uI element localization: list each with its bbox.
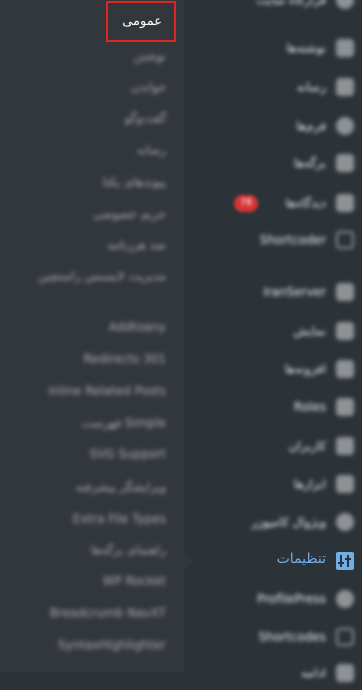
menu-item-label: رسانه xyxy=(296,80,326,94)
menu-item-forms[interactable]: فرم‌ها xyxy=(184,109,362,143)
profile-icon xyxy=(336,590,354,608)
menu-item-label: فرم‌ها xyxy=(296,119,326,133)
brackets-icon xyxy=(336,628,354,646)
submenu-item-reading[interactable]: خواندن xyxy=(16,79,166,95)
submenu-item-general[interactable]: عمومی xyxy=(106,1,176,42)
menu-item-label: کاربران xyxy=(288,439,326,453)
menu-item-label: ویژوال کامپوزر xyxy=(251,515,326,529)
comments-count-badge: 78 xyxy=(234,195,258,212)
menu-item-users[interactable]: کاربران xyxy=(184,429,362,463)
pin-icon xyxy=(336,39,354,57)
menu-item-shortcodes[interactable]: Shortcodes xyxy=(184,620,362,654)
comments-icon xyxy=(336,194,354,212)
submenu-item-advanced-editor[interactable]: ویرایشگر پیشرفته xyxy=(16,479,166,495)
menu-item-pages[interactable]: برگه‌ها xyxy=(184,146,362,180)
users-icon xyxy=(336,437,354,455)
submenu-item-pages-guide[interactable]: راهنمای برگه‌ها xyxy=(16,542,166,558)
menu-item-label: ProfilePress xyxy=(257,592,326,606)
menu-item-label: افزونه‌ها xyxy=(284,362,326,376)
submenu-item-license[interactable]: مدیریت لایسنس راستچین xyxy=(16,268,166,284)
submenu-item-permalinks[interactable]: پیوندهای یکتا xyxy=(16,174,166,190)
submenu-item-discussion[interactable]: گفت‌وگو xyxy=(16,110,166,126)
menu-item-profilepress[interactable]: ProfilePress xyxy=(184,582,362,616)
submenu-item-antispam[interactable]: ضد هرزنامه xyxy=(16,237,166,253)
menu-item-tools[interactable]: ابزارها xyxy=(184,467,362,501)
forms-icon xyxy=(336,117,354,135)
more-icon xyxy=(336,664,354,682)
submenu-item-inline-related[interactable]: Inline Related Posts xyxy=(16,383,166,399)
submenu-item-svg-support[interactable]: SVG Support xyxy=(16,446,166,462)
settings-icon xyxy=(336,552,354,570)
menu-item-label: نمایش xyxy=(293,324,326,338)
menu-item-shortcoder[interactable]: Shortcoder xyxy=(184,223,362,257)
pages-icon xyxy=(336,154,354,172)
submenu-item-media[interactable]: رسانه xyxy=(16,142,166,158)
admin-main-menu: قرارگاه سایت نوشته‌ها رسانه فرم‌ها برگه‌… xyxy=(184,0,362,682)
menu-item-dashboard[interactable]: قرارگاه سایت xyxy=(184,0,362,17)
menu-item-label: Shortcoder xyxy=(259,233,326,247)
menu-item-label: IranServer xyxy=(263,285,326,299)
tools-icon xyxy=(336,475,354,493)
submenu-item-writing[interactable]: نوشتن xyxy=(16,48,166,64)
menu-item-label: ابزارها xyxy=(293,477,326,491)
menu-item-settings[interactable]: تنظیمات xyxy=(184,543,362,577)
media-icon xyxy=(336,78,354,96)
menu-item-media[interactable]: رسانه xyxy=(184,70,362,104)
submenu-item-breadcrumb[interactable]: Breadcrumb NavXT xyxy=(16,605,166,621)
submenu-item-privacy[interactable]: حریم خصوصی xyxy=(16,206,166,222)
submenu-item-addtoany[interactable]: Addtoany xyxy=(16,319,166,335)
menu-item-label: Roles xyxy=(293,400,326,414)
submenu-item-syntaxhighlighter[interactable]: SyntaxHighlighter xyxy=(16,637,166,653)
dashboard-icon xyxy=(336,0,354,9)
submenu-item-wp-rocket[interactable]: WP Rocket xyxy=(16,573,166,589)
menu-item-label: برگه‌ها xyxy=(293,156,326,170)
plugins-icon xyxy=(336,360,354,378)
menu-item-more[interactable]: ادامه xyxy=(184,656,362,690)
roles-icon xyxy=(336,398,354,416)
menu-item-label: نوشته‌ها xyxy=(286,41,326,55)
menu-item-appearance[interactable]: نمایش xyxy=(184,314,362,348)
shortcode-icon xyxy=(336,231,354,249)
menu-item-label: ادامه xyxy=(301,666,326,680)
appearance-icon xyxy=(336,322,354,340)
submenu-item-redirects[interactable]: Redirects 301 xyxy=(16,351,166,367)
menu-item-label: تنظیمات xyxy=(276,551,326,567)
menu-item-posts[interactable]: نوشته‌ها xyxy=(184,31,362,65)
menu-item-label: دیدگاه‌ها xyxy=(285,196,326,210)
menu-item-iranserver[interactable]: IranServer xyxy=(184,275,362,309)
submenu-item-simple-toc[interactable]: فهرست Simple xyxy=(16,415,166,431)
menu-item-label: Shortcodes xyxy=(258,630,326,644)
menu-item-comments[interactable]: دیدگاه‌ها 78 xyxy=(184,186,362,220)
submenu-item-general-label: عمومی xyxy=(122,14,162,29)
menu-item-plugins[interactable]: افزونه‌ها xyxy=(184,352,362,386)
server-icon xyxy=(336,283,354,301)
submenu-item-extra-file-types[interactable]: Extra File Types xyxy=(16,511,166,527)
menu-item-visual-composer[interactable]: ویژوال کامپوزر xyxy=(184,505,362,539)
menu-item-roles[interactable]: Roles xyxy=(184,390,362,424)
composer-icon xyxy=(336,513,354,531)
menu-item-label: قرارگاه سایت xyxy=(256,0,326,7)
settings-submenu: عمومی نوشتن خواندن گفت‌وگو رسانه پیوندها… xyxy=(0,0,184,672)
